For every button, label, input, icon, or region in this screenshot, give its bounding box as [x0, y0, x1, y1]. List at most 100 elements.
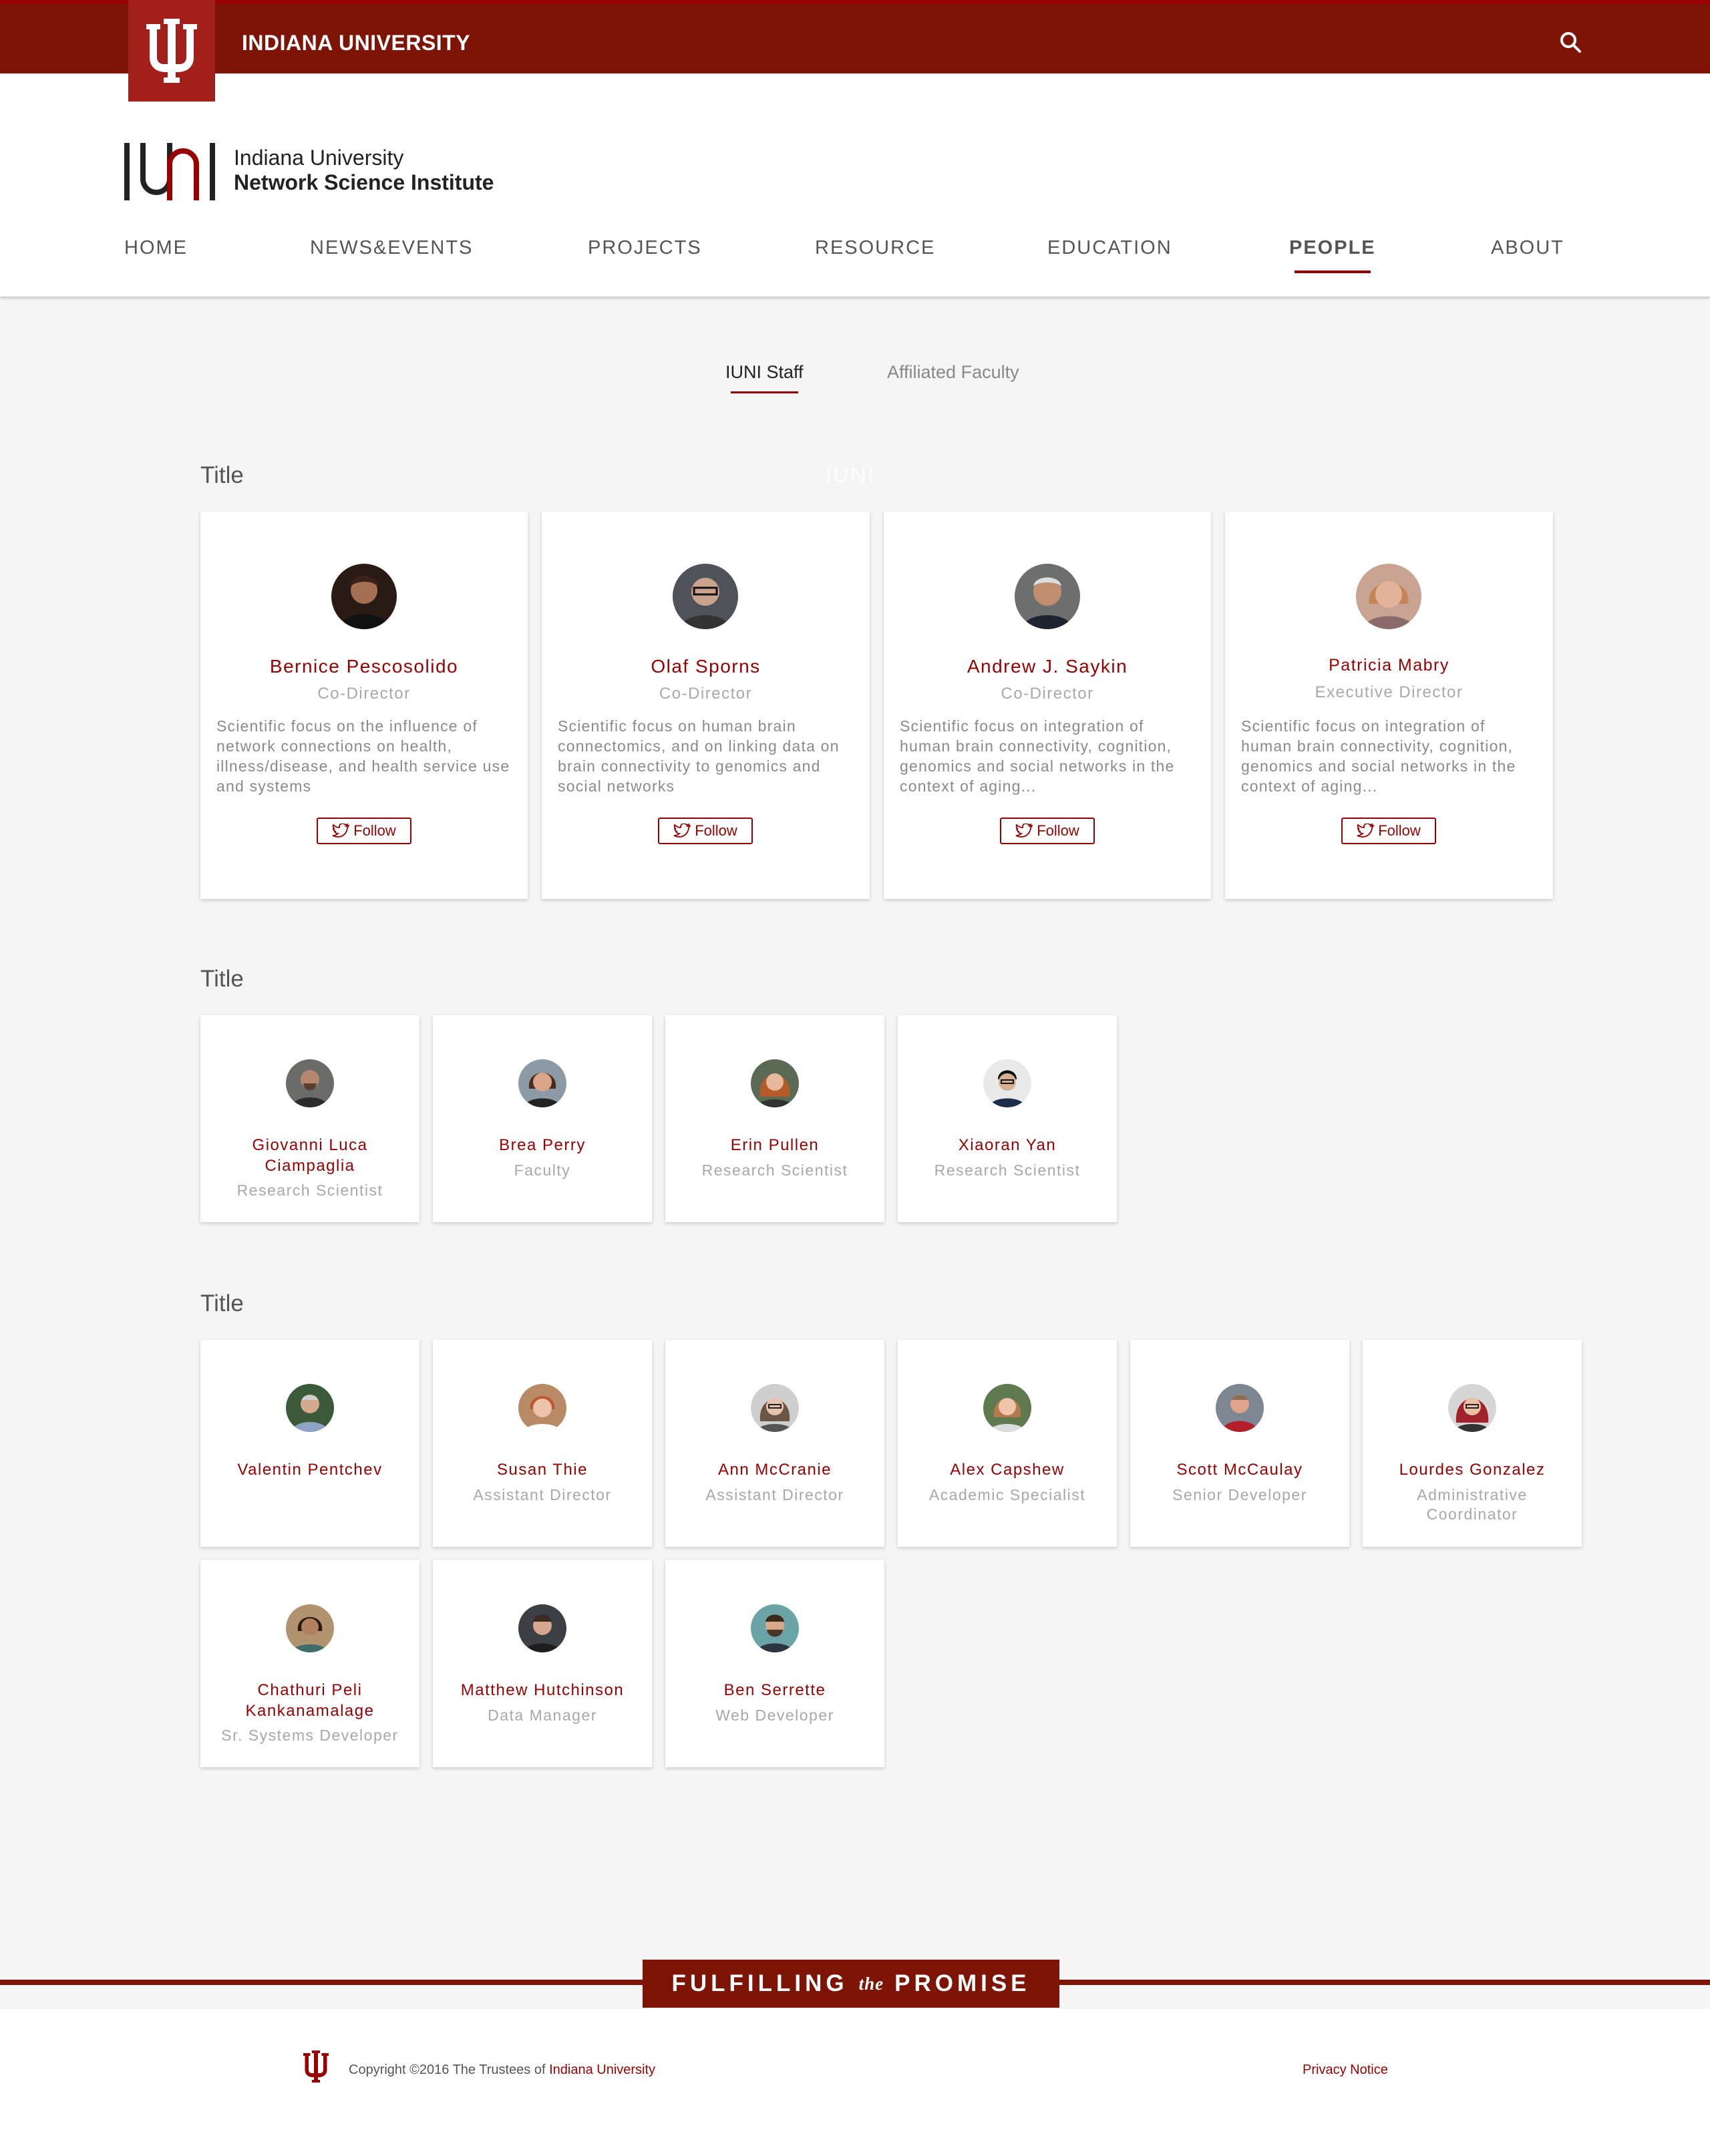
section-title: Title	[200, 462, 244, 488]
person-card[interactable]: Chathuri Peli Kankanamalage Sr. Systems …	[200, 1560, 419, 1767]
search-icon[interactable]	[1558, 29, 1584, 56]
person-card[interactable]: Matthew Hutchinson Data Manager	[433, 1560, 652, 1767]
iu-trident-icon	[146, 19, 197, 83]
person-role: Sr. Systems Developer	[221, 1727, 399, 1744]
person-role: Research Scientist	[236, 1182, 383, 1199]
avatar	[1448, 1384, 1496, 1432]
follow-button[interactable]: Follow	[317, 818, 411, 844]
site-footer: Copyright ©2016 The Trustees of Indiana …	[0, 2009, 1710, 2156]
faint-watermark-text: IUNI	[826, 462, 875, 487]
banner-left: FULFILLING	[671, 1970, 848, 1996]
nav-news-events[interactable]: NEWS&EVENTS	[310, 237, 473, 259]
person-card[interactable]: Lourdes Gonzalez Administrative Coordina…	[1363, 1340, 1582, 1547]
fulfilling-the-promise-banner[interactable]: FULFILLING the PROMISE	[643, 1960, 1059, 2008]
iu-trident-icon[interactable]	[302, 2049, 330, 2084]
person-role: Executive Director	[1315, 683, 1464, 701]
person-role: Academic Specialist	[928, 1486, 1086, 1503]
follow-button[interactable]: Follow	[1000, 818, 1095, 844]
person-role: Co-Director	[1001, 685, 1094, 703]
person-role: Senior Developer	[1172, 1486, 1307, 1503]
person-card[interactable]: Alex Capshew Academic Specialist	[898, 1340, 1117, 1547]
avatar	[286, 1059, 334, 1107]
follow-label: Follow	[695, 822, 737, 839]
person-name: Erin Pullen	[730, 1136, 820, 1154]
person-card[interactable]: Erin Pullen Research Scientist	[665, 1015, 884, 1222]
section-title: Title	[200, 1290, 244, 1316]
person-card[interactable]: Bernice Pescosolido Co-Director Scientif…	[200, 512, 528, 899]
person-name: Patricia Mabry	[1329, 656, 1449, 675]
follow-button[interactable]: Follow	[658, 818, 753, 844]
person-card[interactable]: Susan Thie Assistant Director	[433, 1340, 652, 1547]
copyright: Copyright ©2016 The Trustees of Indiana …	[349, 2062, 655, 2078]
person-role: Research Scientist	[934, 1161, 1081, 1179]
tab-affiliated-faculty[interactable]: Affiliated Faculty	[887, 362, 1019, 383]
iu-bar-title[interactable]: INDIANA UNIVERSITY	[242, 31, 470, 55]
twitter-icon	[1015, 824, 1033, 838]
person-role: Co-Director	[659, 685, 753, 703]
nav-about[interactable]: ABOUT	[1491, 237, 1564, 259]
avatar	[983, 1059, 1031, 1107]
avatar	[983, 1384, 1031, 1432]
person-name: Giovanni Luca Ciampaglia	[252, 1136, 368, 1175]
section-title: Title	[200, 966, 244, 992]
person-card[interactable]: Patricia Mabry Executive Director Scient…	[1225, 512, 1553, 899]
avatar	[1216, 1384, 1264, 1432]
person-card[interactable]: Xiaoran Yan Research Scientist	[898, 1015, 1117, 1222]
person-name: Scott McCaulay	[1176, 1461, 1303, 1479]
avatar	[331, 564, 397, 629]
avatar	[1015, 564, 1080, 629]
person-card[interactable]: Olaf Sporns Co-Director Scientific focus…	[542, 512, 870, 899]
avatar	[751, 1604, 799, 1652]
copyright-text: Copyright ©2016 The Trustees of	[349, 2062, 546, 2077]
nav-projects[interactable]: PROJECTS	[588, 237, 702, 259]
person-name: Olaf Sporns	[651, 656, 761, 677]
iu-trident-logo[interactable]	[128, 0, 215, 102]
avatar	[751, 1059, 799, 1107]
person-card[interactable]: Andrew J. Saykin Co-Director Scientific …	[884, 512, 1211, 899]
copyright-link[interactable]: Indiana University	[549, 2062, 655, 2077]
nav-resource[interactable]: RESOURCE	[815, 237, 935, 259]
avatar	[751, 1384, 799, 1432]
tab-iuni-staff[interactable]: IUNI Staff	[725, 362, 804, 393]
person-card[interactable]: Ann McCranie Assistant Director	[665, 1340, 884, 1547]
person-card[interactable]: Scott McCaulay Senior Developer	[1130, 1340, 1349, 1547]
avatar	[518, 1604, 566, 1652]
avatar	[518, 1384, 566, 1432]
site-header: Indiana University Network Science Insti…	[0, 73, 1710, 297]
staff-tabs: IUNI Staff Affiliated Faculty	[0, 362, 1710, 402]
follow-label: Follow	[1378, 822, 1421, 839]
person-name: Ann McCranie	[717, 1461, 832, 1479]
banner-the: the	[858, 1973, 884, 1994]
person-description: Scientific focus on integration of human…	[900, 717, 1175, 795]
iuni-logo[interactable]: Indiana University Network Science Insti…	[123, 140, 494, 200]
person-description: Scientific focus on integration of human…	[1241, 717, 1516, 795]
person-role: Data Manager	[488, 1706, 597, 1724]
person-name: Alex Capshew	[950, 1461, 1065, 1479]
avatar	[1356, 564, 1421, 629]
follow-button[interactable]: Follow	[1341, 818, 1436, 844]
iu-top-bar: INDIANA UNIVERSITY	[0, 0, 1710, 73]
avatar	[286, 1604, 334, 1652]
follow-label: Follow	[1037, 822, 1079, 839]
person-card[interactable]: Valentin Pentchev	[200, 1340, 419, 1547]
avatar	[673, 564, 738, 629]
nav-education[interactable]: EDUCATION	[1047, 237, 1172, 259]
person-name: Chathuri Peli Kankanamalage	[245, 1681, 375, 1720]
person-name: Bernice Pescosolido	[269, 656, 459, 677]
twitter-icon	[673, 824, 691, 838]
person-card[interactable]: Ben Serrette Web Developer	[665, 1560, 884, 1767]
nav-people[interactable]: PEOPLE	[1289, 237, 1376, 273]
iuni-logo-mark	[124, 143, 215, 200]
person-name: Andrew J. Saykin	[967, 656, 1128, 677]
twitter-icon	[1357, 824, 1375, 838]
logo-line-2: Network Science Institute	[234, 170, 494, 194]
person-name: Lourdes Gonzalez	[1399, 1461, 1546, 1479]
person-role: Assistant Director	[473, 1486, 612, 1503]
banner-right: PROMISE	[894, 1970, 1031, 1996]
nav-home[interactable]: HOME	[124, 237, 188, 259]
person-card[interactable]: Brea Perry Faculty	[433, 1015, 652, 1222]
twitter-icon	[332, 824, 350, 838]
privacy-notice-link[interactable]: Privacy Notice	[1303, 2062, 1388, 2078]
person-card[interactable]: Giovanni Luca Ciampaglia Research Scient…	[200, 1015, 419, 1222]
follow-label: Follow	[353, 822, 396, 839]
